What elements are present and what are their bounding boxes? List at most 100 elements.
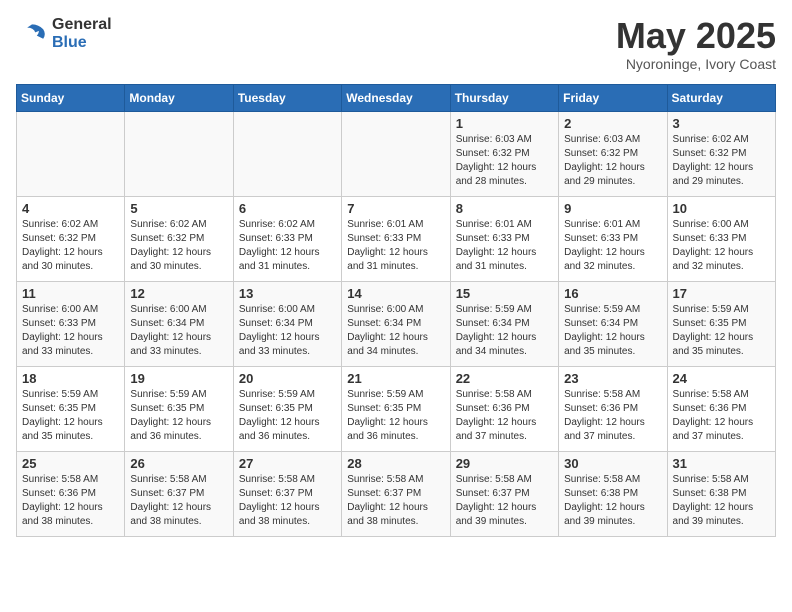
calendar-week-row: 4 Sunrise: 6:02 AM Sunset: 6:32 PM Daylig… [17, 196, 776, 281]
page-header: General Blue May 2025 Nyoroninge, Ivory … [16, 16, 776, 72]
day-number: 20 [239, 371, 336, 386]
calendar-cell [342, 111, 450, 196]
day-info: Sunrise: 6:02 AM Sunset: 6:32 PM Dayligh… [673, 133, 770, 189]
calendar-cell: 12Sunrise: 6:00 AM Sunset: 6:34 PM Dayli… [125, 281, 233, 366]
day-number: 2 [564, 116, 661, 131]
calendar-cell: 25 Sunrise: 5:58 AM Sunset: 6:36 PM Dayli… [17, 451, 125, 536]
day-number: 22 [456, 371, 553, 386]
title-block: May 2025 Nyoroninge, Ivory Coast [616, 16, 776, 72]
calendar-cell: 30Sunrise: 5:58 AM Sunset: 6:38 PM Dayli… [559, 451, 667, 536]
calendar-cell: 13Sunrise: 6:00 AM Sunset: 6:34 PM Dayli… [233, 281, 341, 366]
day-info: Sunrise: 5:59 AM Sunset: 6:34 PM Dayligh… [456, 303, 553, 359]
day-info: Sunrise: 5:58 AM Sunset: 6:37 PM Dayligh… [239, 473, 336, 529]
weekday-header: Monday [125, 84, 233, 111]
calendar-cell: 31Sunrise: 5:58 AM Sunset: 6:38 PM Dayli… [667, 451, 775, 536]
logo-text: General Blue [52, 16, 112, 51]
calendar-cell: 17 Sunrise: 5:59 AM Sunset: 6:35 PM Dayli… [667, 281, 775, 366]
day-info: Sunrise: 5:58 AM Sunset: 6:36 PM Dayligh… [22, 473, 119, 529]
day-info: Sunrise: 6:02 AM Sunset: 6:32 PM Dayligh… [130, 218, 227, 274]
calendar-cell: 23Sunrise: 5:58 AM Sunset: 6:36 PM Dayli… [559, 366, 667, 451]
day-number: 8 [456, 201, 553, 216]
day-info: Sunrise: 6:03 AM Sunset: 6:32 PM Dayligh… [456, 133, 553, 189]
logo-blue: Blue [52, 34, 112, 52]
location: Nyoroninge, Ivory Coast [616, 56, 776, 72]
calendar-cell: 24 Sunrise: 5:58 AM Sunset: 6:36 PM Dayli… [667, 366, 775, 451]
day-info: Sunrise: 6:00 AM Sunset: 6:33 PM Dayligh… [673, 218, 770, 274]
day-number: 6 [239, 201, 336, 216]
day-info: Sunrise: 6:02 AM Sunset: 6:32 PM Dayligh… [22, 218, 119, 274]
day-info: Sunrise: 6:00 AM Sunset: 6:33 PM Dayligh… [22, 303, 119, 359]
header-row: SundayMondayTuesdayWednesdayThursdayFrid… [17, 84, 776, 111]
day-number: 14 [347, 286, 444, 301]
day-number: 9 [564, 201, 661, 216]
day-number: 27 [239, 456, 336, 471]
calendar-cell: 20 Sunrise: 5:59 AM Sunset: 6:35 PM Dayli… [233, 366, 341, 451]
month-title: May 2025 [616, 16, 776, 56]
calendar-cell: 14 Sunrise: 6:00 AM Sunset: 6:34 PM Dayli… [342, 281, 450, 366]
day-number: 10 [673, 201, 770, 216]
calendar-cell: 1 Sunrise: 6:03 AM Sunset: 6:32 PM Daylig… [450, 111, 558, 196]
calendar-cell: 29 Sunrise: 5:58 AM Sunset: 6:37 PM Dayli… [450, 451, 558, 536]
day-number: 16 [564, 286, 661, 301]
calendar-week-row: 1 Sunrise: 6:03 AM Sunset: 6:32 PM Daylig… [17, 111, 776, 196]
day-info: Sunrise: 5:59 AM Sunset: 6:35 PM Dayligh… [347, 388, 444, 444]
day-info: Sunrise: 6:00 AM Sunset: 6:34 PM Dayligh… [130, 303, 227, 359]
day-info: Sunrise: 5:58 AM Sunset: 6:37 PM Dayligh… [456, 473, 553, 529]
calendar-week-row: 11 Sunrise: 6:00 AM Sunset: 6:33 PM Dayli… [17, 281, 776, 366]
day-number: 21 [347, 371, 444, 386]
calendar-cell: 15 Sunrise: 5:59 AM Sunset: 6:34 PM Dayli… [450, 281, 558, 366]
day-info: Sunrise: 5:59 AM Sunset: 6:34 PM Dayligh… [564, 303, 661, 359]
day-number: 15 [456, 286, 553, 301]
day-number: 19 [130, 371, 227, 386]
day-info: Sunrise: 6:00 AM Sunset: 6:34 PM Dayligh… [347, 303, 444, 359]
calendar-cell: 22 Sunrise: 5:58 AM Sunset: 6:36 PM Dayli… [450, 366, 558, 451]
day-number: 25 [22, 456, 119, 471]
day-info: Sunrise: 5:58 AM Sunset: 6:37 PM Dayligh… [347, 473, 444, 529]
day-number: 29 [456, 456, 553, 471]
logo-general: General [52, 16, 112, 34]
weekday-header: Wednesday [342, 84, 450, 111]
day-info: Sunrise: 5:59 AM Sunset: 6:35 PM Dayligh… [673, 303, 770, 359]
calendar-cell [233, 111, 341, 196]
calendar-cell: 6 Sunrise: 6:02 AM Sunset: 6:33 PM Daylig… [233, 196, 341, 281]
day-number: 18 [22, 371, 119, 386]
calendar-cell: 7Sunrise: 6:01 AM Sunset: 6:33 PM Daylig… [342, 196, 450, 281]
weekday-header: Friday [559, 84, 667, 111]
calendar-cell: 26 Sunrise: 5:58 AM Sunset: 6:37 PM Dayli… [125, 451, 233, 536]
weekday-header: Saturday [667, 84, 775, 111]
day-number: 31 [673, 456, 770, 471]
day-number: 24 [673, 371, 770, 386]
day-number: 17 [673, 286, 770, 301]
day-info: Sunrise: 6:03 AM Sunset: 6:32 PM Dayligh… [564, 133, 661, 189]
day-number: 3 [673, 116, 770, 131]
calendar-table: SundayMondayTuesdayWednesdayThursdayFrid… [16, 84, 776, 537]
day-info: Sunrise: 5:58 AM Sunset: 6:36 PM Dayligh… [673, 388, 770, 444]
weekday-header: Thursday [450, 84, 558, 111]
calendar-cell: 5 Sunrise: 6:02 AM Sunset: 6:32 PM Daylig… [125, 196, 233, 281]
day-number: 28 [347, 456, 444, 471]
calendar-cell [17, 111, 125, 196]
day-info: Sunrise: 5:59 AM Sunset: 6:35 PM Dayligh… [239, 388, 336, 444]
day-number: 5 [130, 201, 227, 216]
day-info: Sunrise: 5:58 AM Sunset: 6:36 PM Dayligh… [564, 388, 661, 444]
calendar-week-row: 18 Sunrise: 5:59 AM Sunset: 6:35 PM Dayli… [17, 366, 776, 451]
calendar-cell: 21 Sunrise: 5:59 AM Sunset: 6:35 PM Dayli… [342, 366, 450, 451]
day-info: Sunrise: 5:58 AM Sunset: 6:37 PM Dayligh… [130, 473, 227, 529]
day-number: 13 [239, 286, 336, 301]
calendar-cell: 28 Sunrise: 5:58 AM Sunset: 6:37 PM Dayli… [342, 451, 450, 536]
day-number: 1 [456, 116, 553, 131]
calendar-cell: 10 Sunrise: 6:00 AM Sunset: 6:33 PM Dayli… [667, 196, 775, 281]
weekday-header: Sunday [17, 84, 125, 111]
calendar-cell: 19 Sunrise: 5:59 AM Sunset: 6:35 PM Dayli… [125, 366, 233, 451]
weekday-header: Tuesday [233, 84, 341, 111]
day-info: Sunrise: 5:58 AM Sunset: 6:36 PM Dayligh… [456, 388, 553, 444]
day-number: 26 [130, 456, 227, 471]
day-info: Sunrise: 5:59 AM Sunset: 6:35 PM Dayligh… [130, 388, 227, 444]
calendar-cell: 16 Sunrise: 5:59 AM Sunset: 6:34 PM Dayli… [559, 281, 667, 366]
day-number: 4 [22, 201, 119, 216]
calendar-cell: 9Sunrise: 6:01 AM Sunset: 6:33 PM Daylig… [559, 196, 667, 281]
calendar-cell: 11 Sunrise: 6:00 AM Sunset: 6:33 PM Dayli… [17, 281, 125, 366]
logo: General Blue [16, 16, 112, 51]
day-info: Sunrise: 6:02 AM Sunset: 6:33 PM Dayligh… [239, 218, 336, 274]
day-number: 11 [22, 286, 119, 301]
